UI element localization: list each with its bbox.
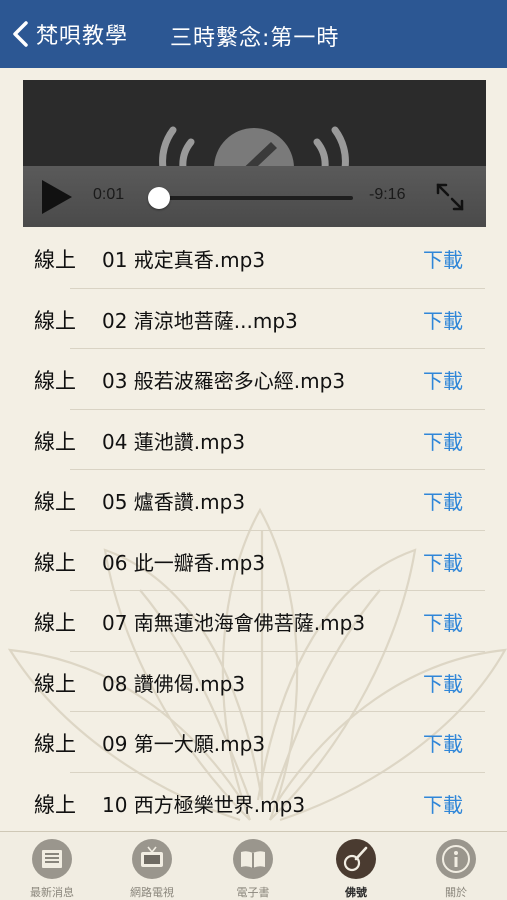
- online-tag: 線上: [34, 671, 76, 696]
- current-time: 0:01: [93, 186, 125, 203]
- track-name[interactable]: 10 西方極樂世界.mp3: [102, 789, 305, 818]
- track-name[interactable]: 03 般若波羅密多心經.mp3: [102, 365, 345, 394]
- track-row[interactable]: 線上 05 爐香讚.mp3 下載: [0, 470, 507, 531]
- remaining-time: -9:16: [369, 186, 406, 203]
- online-tag: 線上: [34, 490, 76, 514]
- track-row[interactable]: 線上 03 般若波羅密多心經.mp3 下載: [0, 349, 507, 410]
- online-tag: 線上: [34, 550, 76, 575]
- page-title: 三時繫念:第一時: [170, 26, 340, 51]
- audio-broadcast-artwork: [23, 80, 486, 170]
- download-button[interactable]: 下載: [423, 305, 463, 334]
- track-name[interactable]: 04 蓮池讚.mp3: [102, 426, 245, 455]
- tab-label: 電子書: [236, 886, 270, 899]
- online-tag: 線上: [34, 308, 76, 333]
- download-button[interactable]: 下載: [423, 486, 463, 515]
- tv-icon: [132, 839, 172, 879]
- track-row[interactable]: 線上 09 第一大願.mp3 下載: [0, 712, 507, 773]
- track-name[interactable]: 05 爐香讚.mp3: [102, 486, 245, 515]
- navigation-bar: 梵唄教學 三時繫念:第一時: [0, 0, 507, 68]
- tab-book[interactable]: 電子書: [213, 832, 293, 900]
- tab-label: 最新消息: [30, 886, 74, 899]
- book-icon: [233, 839, 273, 879]
- online-tag: 線上: [34, 732, 76, 756]
- online-tag: 線上: [34, 429, 76, 454]
- online-tag: 線上: [34, 248, 76, 272]
- tab-tv[interactable]: 網路電視: [112, 832, 192, 900]
- track-name[interactable]: 09 第一大願.mp3: [102, 728, 265, 757]
- track-name[interactable]: 01 戒定真香.mp3: [102, 244, 265, 273]
- download-button[interactable]: 下載: [423, 426, 463, 455]
- tab-label: 關於: [445, 886, 467, 899]
- player-controls: 0:01 -9:16: [23, 166, 486, 227]
- track-name[interactable]: 08 讚佛偈.mp3: [102, 668, 245, 697]
- track-row[interactable]: 線上 06 此一瓣香.mp3 下載: [0, 531, 507, 591]
- track-row[interactable]: 線上 10 西方極樂世界.mp3 下載: [0, 773, 507, 833]
- progress-track[interactable]: [157, 196, 353, 200]
- download-button[interactable]: 下載: [423, 668, 463, 697]
- track-row[interactable]: 線上 04 蓮池讚.mp3 下載: [0, 410, 507, 470]
- download-button[interactable]: 下載: [423, 789, 463, 818]
- progress-slider-thumb[interactable]: [148, 187, 170, 209]
- download-button[interactable]: 下載: [423, 547, 463, 576]
- tab-music[interactable]: 佛號: [316, 832, 396, 900]
- tab-label: 網路電視: [130, 886, 174, 899]
- download-button[interactable]: 下載: [423, 728, 463, 757]
- music-icon: [336, 839, 376, 879]
- track-name[interactable]: 07 南無蓮池海會佛菩薩.mp3: [102, 607, 365, 636]
- play-icon[interactable]: [39, 180, 73, 214]
- tab-label: 佛號: [345, 886, 367, 899]
- online-tag: 線上: [34, 792, 76, 817]
- online-tag: 線上: [34, 369, 76, 393]
- track-name[interactable]: 02 清涼地菩薩...mp3: [102, 305, 298, 334]
- download-button[interactable]: 下載: [423, 365, 463, 394]
- newspaper-icon: [32, 839, 72, 879]
- tab-info[interactable]: 關於: [416, 832, 496, 900]
- back-label: 梵唄教學: [36, 24, 129, 49]
- track-row[interactable]: 線上 01 戒定真香.mp3 下載: [0, 228, 507, 289]
- track-name[interactable]: 06 此一瓣香.mp3: [102, 547, 265, 576]
- tab-newspaper[interactable]: 最新消息: [12, 832, 92, 900]
- track-row[interactable]: 線上 08 讚佛偈.mp3 下載: [0, 652, 507, 712]
- download-button[interactable]: 下載: [423, 244, 463, 273]
- track-row[interactable]: 線上 02 清涼地菩薩...mp3 下載: [0, 289, 507, 349]
- tab-bar: 最新消息 網路電視 電子書 佛號 關於: [0, 831, 507, 900]
- info-icon: [436, 839, 476, 879]
- audio-player: 0:01 -9:16: [23, 80, 486, 227]
- online-tag: 線上: [34, 611, 76, 635]
- download-button[interactable]: 下載: [423, 607, 463, 636]
- track-list: 線上 01 戒定真香.mp3 下載 線上 02 清涼地菩薩...mp3 下載 線上 03 般若…: [0, 228, 507, 833]
- track-row[interactable]: 線上 07 南無蓮池海會佛菩薩.mp3 下載: [0, 591, 507, 652]
- chevron-left-icon: [13, 21, 28, 47]
- back-button[interactable]: 梵唄教學: [10, 16, 128, 52]
- fullscreen-icon[interactable]: [433, 180, 467, 214]
